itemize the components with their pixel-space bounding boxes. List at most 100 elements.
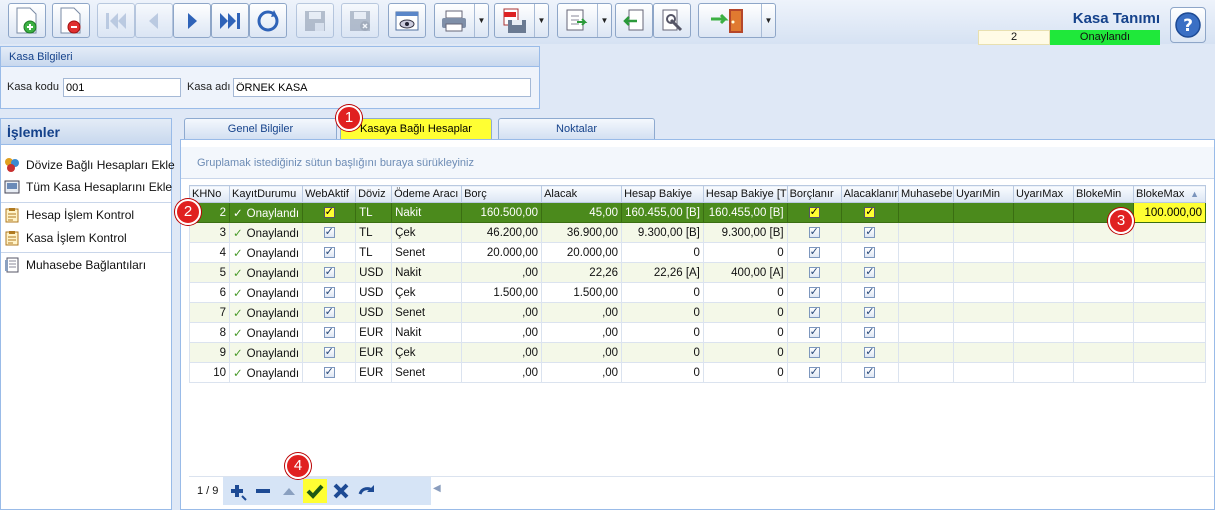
cell-bakiye[interactable]: 9.300,00 [B] (621, 222, 704, 243)
cell-uyarimin[interactable] (953, 262, 1015, 283)
cell-blokemin[interactable] (1073, 242, 1135, 263)
cell-durum[interactable]: ✓ Onaylandı (228, 242, 304, 263)
cell-doviz[interactable]: TL (355, 222, 393, 243)
cell-khno[interactable]: 5 (189, 262, 230, 283)
first-record-button[interactable] (97, 3, 135, 38)
cell-odeme[interactable]: Çek (391, 282, 463, 303)
cell-alacaklanir[interactable] (840, 202, 900, 223)
cell-borclanir[interactable] (786, 202, 842, 223)
table-row[interactable]: 7✓OnaylandıUSDSenet,00,0000 (189, 302, 1207, 323)
checkbox[interactable] (323, 345, 335, 358)
cell-bakiye[interactable]: 0 (621, 242, 704, 263)
checkbox[interactable] (808, 245, 820, 258)
cell-durum[interactable]: ✓ Onaylandı (228, 202, 304, 223)
cell-alacaklanir[interactable] (840, 362, 900, 383)
cell-alacaklanir[interactable] (840, 322, 900, 343)
cell-bakiye[interactable]: 0 (621, 342, 704, 363)
cell-durum[interactable]: ✓ Onaylandı (228, 362, 304, 383)
cell-bakiye_t[interactable]: 0 (702, 302, 788, 323)
cell-web[interactable] (302, 222, 357, 243)
cell-alacaklanir[interactable] (840, 282, 900, 303)
checkbox[interactable] (323, 285, 335, 298)
cell-alacak[interactable]: ,00 (541, 362, 623, 383)
cell-uyarimin[interactable] (953, 322, 1015, 343)
cell-bakiye[interactable]: 0 (621, 322, 704, 343)
cell-uyarimin[interactable] (953, 282, 1015, 303)
tab-points[interactable]: Noktalar (498, 118, 655, 139)
cell-borc[interactable]: ,00 (461, 302, 543, 323)
cell-khno[interactable]: 3 (189, 222, 230, 243)
column-header[interactable]: Hesap Bakiye [T (702, 185, 788, 203)
cell-borclanir[interactable] (786, 222, 842, 243)
cell-blokemax[interactable] (1133, 262, 1207, 283)
checkbox[interactable] (864, 285, 876, 298)
cell-bakiye_t[interactable]: 400,00 [A] (702, 262, 788, 283)
cell-durum[interactable]: ✓ Onaylandı (228, 302, 304, 323)
cell-durum[interactable]: ✓ Onaylandı (228, 262, 304, 283)
cell-borclanir[interactable] (786, 362, 842, 383)
checkbox[interactable] (864, 265, 876, 278)
cell-bakiye_t[interactable]: 0 (702, 362, 788, 383)
cell-muhasebe[interactable] (898, 362, 955, 383)
column-header[interactable]: Borçlanır (786, 185, 842, 203)
cell-muhasebe[interactable] (898, 202, 955, 223)
cell-doviz[interactable]: TL (355, 242, 393, 263)
print-dropdown-arrow[interactable]: ▼ (474, 4, 488, 37)
import-button[interactable] (615, 3, 653, 38)
checkbox[interactable] (808, 305, 820, 318)
cell-doviz[interactable]: EUR (355, 322, 393, 343)
checkbox[interactable] (323, 225, 335, 238)
cell-uyarimax[interactable] (1013, 282, 1075, 303)
cell-muhasebe[interactable] (898, 262, 955, 283)
cell-web[interactable] (302, 202, 357, 223)
sidebar-item-kasa-transaction-control[interactable]: Kasa İşlem Kontrol (4, 228, 127, 248)
cell-alacaklanir[interactable] (840, 222, 900, 243)
cell-blokemax[interactable] (1133, 222, 1207, 243)
cell-khno[interactable]: 9 (189, 342, 230, 363)
excel-dropdown-arrow[interactable]: ▼ (597, 4, 611, 37)
group-by-area[interactable]: Gruplamak istediğiniz sütun başlığını bu… (181, 147, 1214, 179)
checkbox[interactable] (864, 325, 876, 338)
cell-borc[interactable]: 1.500,00 (461, 282, 543, 303)
cell-bakiye[interactable]: 0 (621, 282, 704, 303)
kasa-code-input[interactable] (63, 78, 181, 97)
cell-bakiye_t[interactable]: 0 (702, 322, 788, 343)
cell-blokemin[interactable] (1073, 282, 1135, 303)
cell-alacaklanir[interactable] (840, 302, 900, 323)
cell-alacak[interactable]: 1.500,00 (541, 282, 623, 303)
preview-button[interactable] (388, 3, 426, 38)
cell-blokemax[interactable] (1133, 362, 1207, 383)
exit-dropdown-arrow[interactable]: ▼ (761, 4, 775, 37)
cell-web[interactable] (302, 362, 357, 383)
sidebar-item-account-transaction-control[interactable]: Hesap İşlem Kontrol (4, 205, 134, 225)
cell-odeme[interactable]: Nakit (391, 322, 463, 343)
cell-bakiye[interactable]: 22,26 [A] (621, 262, 704, 283)
cell-web[interactable] (302, 342, 357, 363)
navigator-up-button[interactable] (277, 479, 301, 503)
cell-khno[interactable]: 7 (189, 302, 230, 323)
cell-alacaklanir[interactable] (840, 342, 900, 363)
table-row[interactable]: 4✓OnaylandıTLSenet20.000,0020.000,0000 (189, 242, 1207, 263)
cell-uyarimin[interactable] (953, 342, 1015, 363)
checkbox[interactable] (864, 225, 876, 238)
tab-linked-accounts[interactable]: Kasaya Bağlı Hesaplar (340, 118, 492, 139)
cell-web[interactable] (302, 302, 357, 323)
checkbox[interactable] (808, 205, 820, 218)
cell-muhasebe[interactable] (898, 302, 955, 323)
cell-web[interactable] (302, 322, 357, 343)
cell-blokemin[interactable] (1073, 322, 1135, 343)
checkbox[interactable] (323, 325, 335, 338)
cell-alacak[interactable]: 22,26 (541, 262, 623, 283)
cell-borclanir[interactable] (786, 242, 842, 263)
checkbox[interactable] (323, 245, 335, 258)
column-header[interactable]: Hesap Bakiye (621, 185, 704, 203)
cell-bakiye[interactable]: 160.455,00 [B] (621, 202, 704, 223)
checkbox[interactable] (864, 205, 876, 218)
cell-uyarimax[interactable] (1013, 362, 1075, 383)
cell-durum[interactable]: ✓ Onaylandı (228, 282, 304, 303)
column-header[interactable]: Ödeme Aracı (391, 185, 463, 203)
cell-odeme[interactable]: Senet (391, 242, 463, 263)
cell-borclanir[interactable] (786, 302, 842, 323)
column-header[interactable]: Borç (461, 185, 543, 203)
excel-export-button[interactable]: ▼ (557, 3, 612, 38)
